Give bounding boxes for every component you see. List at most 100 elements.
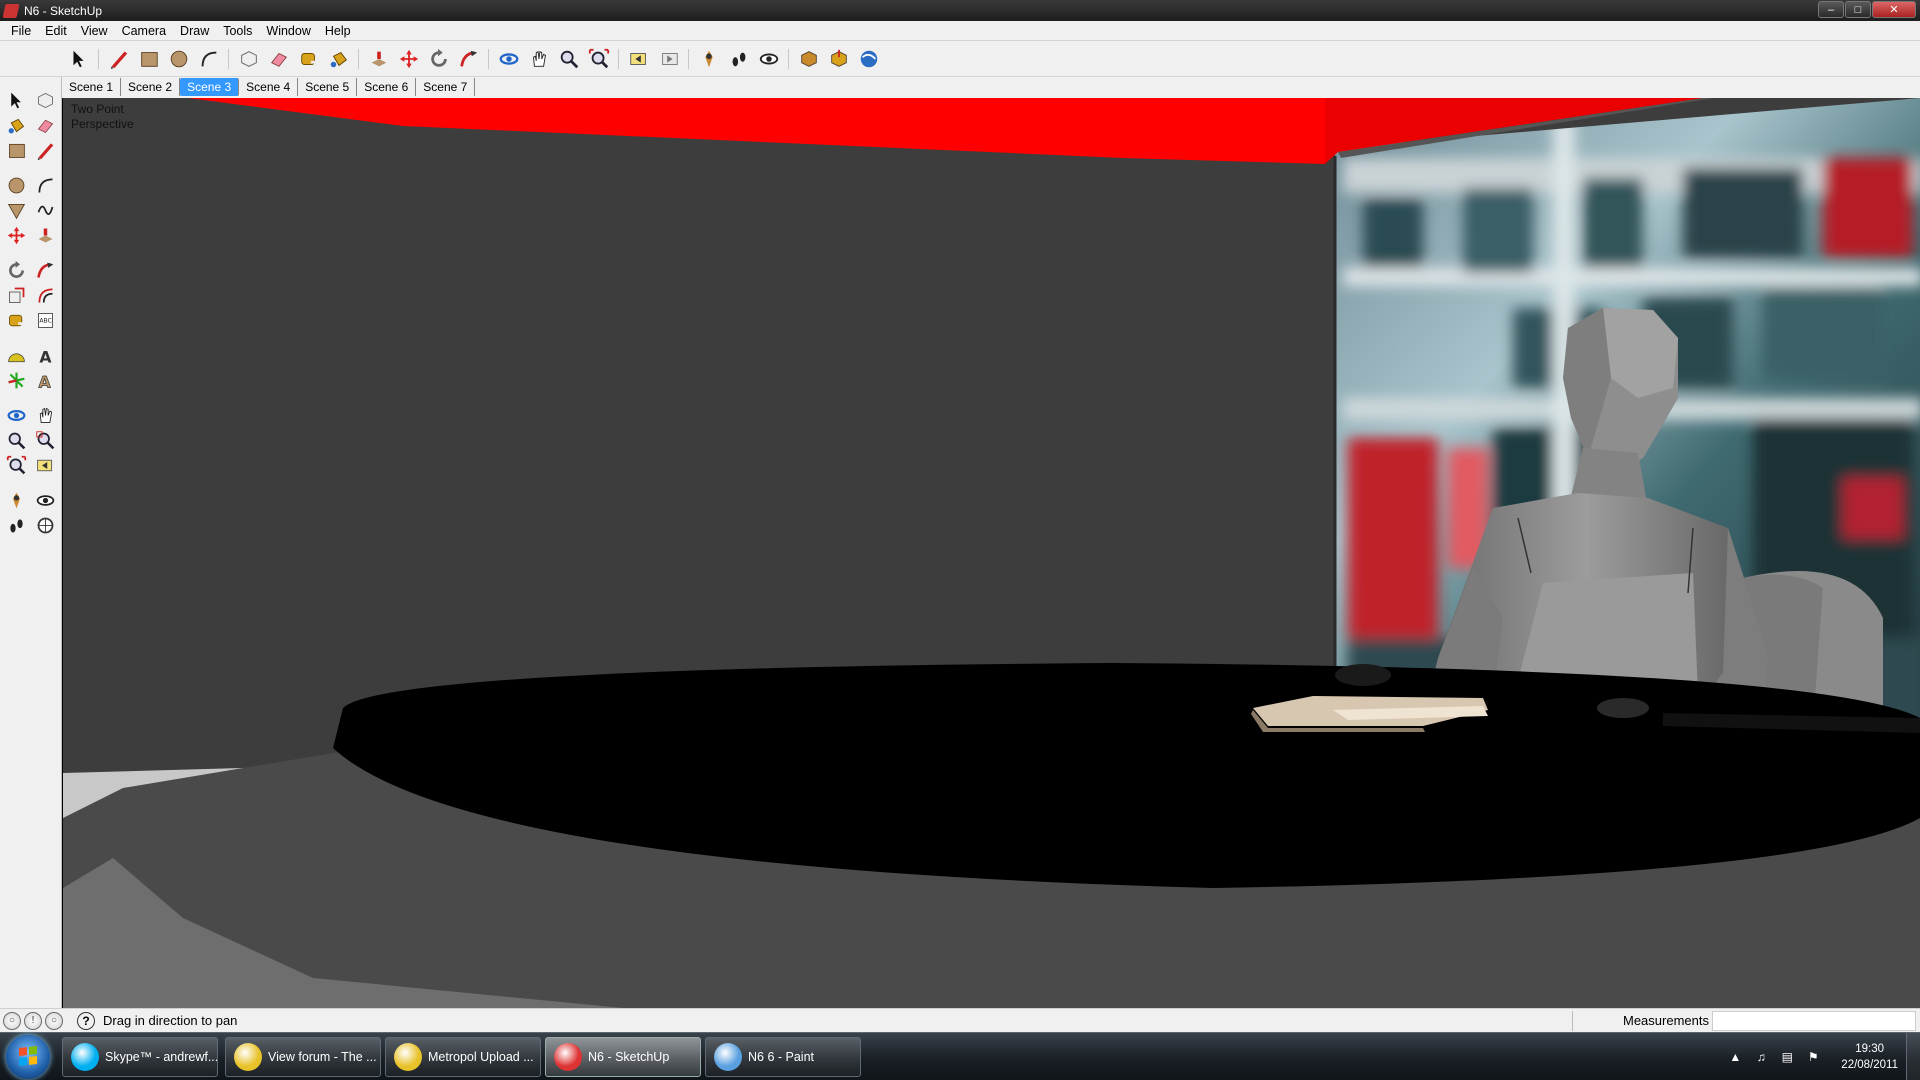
palette-freehand-icon[interactable]	[32, 197, 58, 223]
modeling-viewport[interactable]: Two Point Perspective	[63, 98, 1920, 1008]
orbit-icon[interactable]	[496, 47, 522, 71]
minimize-button[interactable]: –	[1818, 1, 1844, 18]
window-title: N6 - SketchUp	[24, 3, 103, 18]
palette-pan-icon[interactable]	[32, 402, 58, 428]
rectangle-icon[interactable]	[136, 47, 162, 71]
walk-icon[interactable]	[726, 47, 752, 71]
palette-move-icon[interactable]	[3, 222, 29, 248]
palette-zoom-extents-icon[interactable]	[3, 452, 29, 478]
push-pull-icon[interactable]	[366, 47, 392, 71]
look-around-icon[interactable]	[756, 47, 782, 71]
taskbar-item-5[interactable]: N6 6 - Paint	[705, 1037, 861, 1077]
menu-draw[interactable]: Draw	[173, 21, 216, 41]
scene-tab-6[interactable]: Scene 6	[357, 78, 417, 96]
menu-help[interactable]: Help	[318, 21, 358, 41]
google-earth-icon[interactable]	[856, 47, 882, 71]
previous-view-icon[interactable]	[626, 47, 652, 71]
rotate-icon[interactable]	[426, 47, 452, 71]
next-view-icon[interactable]	[656, 47, 682, 71]
help-icon[interactable]: ?	[77, 1011, 95, 1030]
palette-paint-bucket-icon[interactable]	[3, 112, 29, 138]
palette-polygon-icon[interactable]	[3, 197, 29, 223]
position-camera-icon[interactable]	[696, 47, 722, 71]
maximize-button[interactable]: □	[1845, 1, 1871, 18]
palette-axes-icon[interactable]	[3, 367, 29, 393]
scene-tab-7[interactable]: Scene 7	[416, 78, 476, 96]
palette-select-icon[interactable]	[3, 87, 29, 113]
palette-follow-me-icon[interactable]	[32, 257, 58, 283]
user-status-icon[interactable]: ○	[45, 1011, 63, 1030]
pencil-line-icon[interactable]	[106, 47, 132, 71]
palette-scale-icon[interactable]	[3, 282, 29, 308]
menu-edit[interactable]: Edit	[38, 21, 74, 41]
arc-icon[interactable]	[196, 47, 222, 71]
zoom-icon[interactable]	[556, 47, 582, 71]
scene-tab-1[interactable]: Scene 1	[62, 78, 122, 96]
palette-line-icon[interactable]	[32, 137, 58, 163]
palette-push-pull-icon[interactable]	[32, 222, 58, 248]
scene-render	[63, 98, 1920, 1008]
palette-tape-measure-icon[interactable]	[3, 307, 29, 333]
menu-camera[interactable]: Camera	[115, 21, 173, 41]
taskbar-item-label: N6 6 - Paint	[748, 1050, 815, 1064]
tape-measure-icon[interactable]	[296, 47, 322, 71]
palette-zoom-window-icon[interactable]	[32, 427, 58, 453]
palette-walk-icon[interactable]	[3, 512, 29, 538]
eraser-icon[interactable]	[266, 47, 292, 71]
share-model-icon[interactable]	[826, 47, 852, 71]
palette-zoom-icon[interactable]	[3, 427, 29, 453]
palette-rectangle-icon[interactable]	[3, 137, 29, 163]
scene-tab-3[interactable]: Scene 3	[180, 78, 240, 96]
palette-text-icon[interactable]: A	[32, 342, 58, 368]
action-center-icon[interactable]: ⚑	[1805, 1050, 1821, 1064]
scene-tab-5[interactable]: Scene 5	[298, 78, 358, 96]
toolbar-separator	[618, 49, 619, 69]
taskbar-item-label: View forum - The ...	[268, 1050, 377, 1064]
credits-icon[interactable]: !	[24, 1011, 42, 1030]
paint-bucket-icon[interactable]	[326, 47, 352, 71]
menu-view[interactable]: View	[74, 21, 115, 41]
menu-file[interactable]: File	[4, 21, 38, 41]
taskbar-clock[interactable]: 19:30 22/08/2011	[1841, 1041, 1898, 1073]
show-desktop-button[interactable]	[1906, 1033, 1920, 1080]
scene-tab-4[interactable]: Scene 4	[239, 78, 299, 96]
palette-rotate-icon[interactable]	[3, 257, 29, 283]
volume-icon[interactable]: ♫	[1753, 1050, 1769, 1064]
palette-section-plane-icon[interactable]	[32, 512, 58, 538]
palette-orbit-icon[interactable]	[3, 402, 29, 428]
follow-me-icon[interactable]	[456, 47, 482, 71]
taskbar-item-1[interactable]: Skype™ - andrewf...	[62, 1037, 218, 1077]
palette-arc-icon[interactable]	[32, 172, 58, 198]
start-button[interactable]	[6, 1035, 50, 1079]
palette-protractor-icon[interactable]	[3, 342, 29, 368]
make-component-icon[interactable]	[236, 47, 262, 71]
palette-position-camera-icon[interactable]	[3, 487, 29, 513]
palette-circle-icon[interactable]	[3, 172, 29, 198]
clock-date: 22/08/2011	[1841, 1059, 1898, 1071]
measurements-input[interactable]	[1712, 1011, 1916, 1031]
palette-3d-text-icon[interactable]: A	[32, 367, 58, 393]
circle-icon[interactable]	[166, 47, 192, 71]
close-button[interactable]: ✕	[1872, 1, 1916, 18]
palette-make-component-icon[interactable]	[32, 87, 58, 113]
palette-previous-view-icon[interactable]	[32, 452, 58, 478]
get-models-icon[interactable]	[796, 47, 822, 71]
scene-tab-2[interactable]: Scene 2	[121, 78, 181, 96]
taskbar-item-3[interactable]: Metropol Upload ...	[385, 1037, 541, 1077]
menu-window[interactable]: Window	[259, 21, 317, 41]
palette-dimension-icon[interactable]: ABC	[32, 307, 58, 333]
network-icon[interactable]: ▤	[1779, 1050, 1795, 1064]
palette-look-around-icon[interactable]	[32, 487, 58, 513]
select-arrow-icon[interactable]	[66, 47, 92, 71]
pan-hand-icon[interactable]	[526, 47, 552, 71]
palette-offset-icon[interactable]	[32, 282, 58, 308]
geo-location-icon[interactable]: ○	[3, 1011, 21, 1030]
show-hidden-icons-icon[interactable]: ▲	[1727, 1050, 1743, 1064]
move-icon[interactable]	[396, 47, 422, 71]
menu-tools[interactable]: Tools	[216, 21, 259, 41]
status-bar: ○ ! ○ ? Drag in direction to pan Measure…	[0, 1008, 1920, 1032]
taskbar-item-4[interactable]: N6 - SketchUp	[545, 1037, 701, 1077]
taskbar-item-2[interactable]: View forum - The ...	[225, 1037, 381, 1077]
zoom-extents-icon[interactable]	[586, 47, 612, 71]
palette-eraser-icon[interactable]	[32, 112, 58, 138]
